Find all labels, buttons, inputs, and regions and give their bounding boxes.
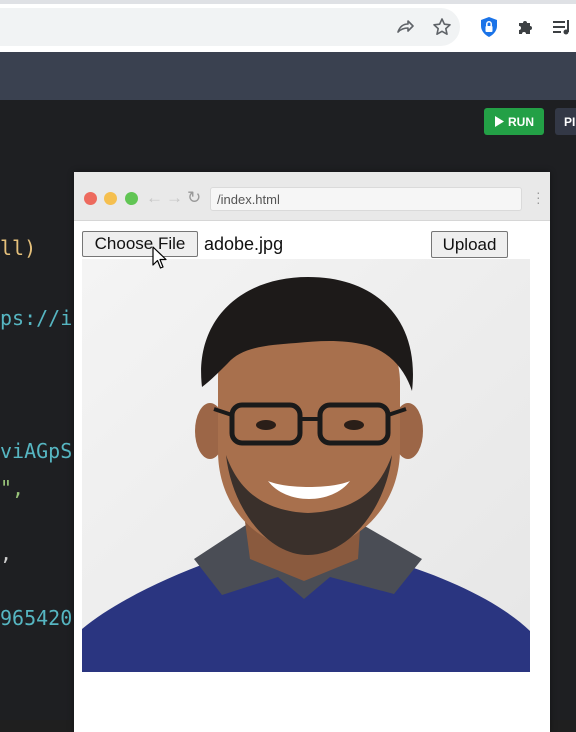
more-options-icon[interactable]: · · · — [536, 185, 541, 209]
code-line: ", — [0, 476, 25, 500]
selected-file-name: adobe.jpg — [204, 234, 284, 254]
preview-window: ← → ↻ /index.html · · · Choose File adobe.… — [74, 172, 550, 732]
maximize-dot-icon[interactable] — [125, 192, 138, 205]
editor-secondary-button[interactable]: PI — [555, 108, 576, 135]
preview-toolbar: ← → ↻ /index.html · · · — [74, 172, 550, 221]
code-line: , — [0, 541, 13, 565]
run-label: RUN — [508, 114, 534, 129]
reading-list-icon[interactable] — [549, 14, 575, 40]
browser-toolbar — [0, 0, 576, 52]
code-line: viAGpS — [0, 439, 73, 463]
editor-header — [0, 52, 576, 100]
address-bar[interactable] — [0, 8, 460, 46]
uploaded-photo — [82, 259, 530, 672]
upload-button[interactable]: Upload — [431, 231, 508, 258]
secondary-button-label: PI — [564, 114, 576, 129]
preview-url-field[interactable]: /index.html — [210, 187, 522, 211]
share-icon[interactable] — [392, 14, 418, 40]
run-button[interactable]: RUN — [484, 108, 544, 135]
back-arrow-icon[interactable]: ← — [146, 188, 163, 208]
password-manager-extension-icon[interactable] — [476, 14, 502, 40]
mouse-cursor-icon — [152, 246, 168, 275]
forward-arrow-icon[interactable]: → — [166, 188, 183, 208]
tab-strip-edge — [0, 0, 576, 4]
extensions-puzzle-icon[interactable] — [513, 14, 539, 40]
choose-file-button[interactable]: Choose File — [82, 231, 198, 257]
code-line: ll) — [0, 236, 37, 260]
code-line: 965420 — [0, 606, 73, 630]
reload-icon[interactable]: ↻ — [187, 188, 201, 208]
bookmark-star-icon[interactable] — [429, 14, 455, 40]
play-icon — [495, 116, 504, 127]
code-line: ps://i — [0, 306, 73, 330]
minimize-dot-icon[interactable] — [104, 192, 117, 205]
close-dot-icon[interactable] — [84, 192, 97, 205]
